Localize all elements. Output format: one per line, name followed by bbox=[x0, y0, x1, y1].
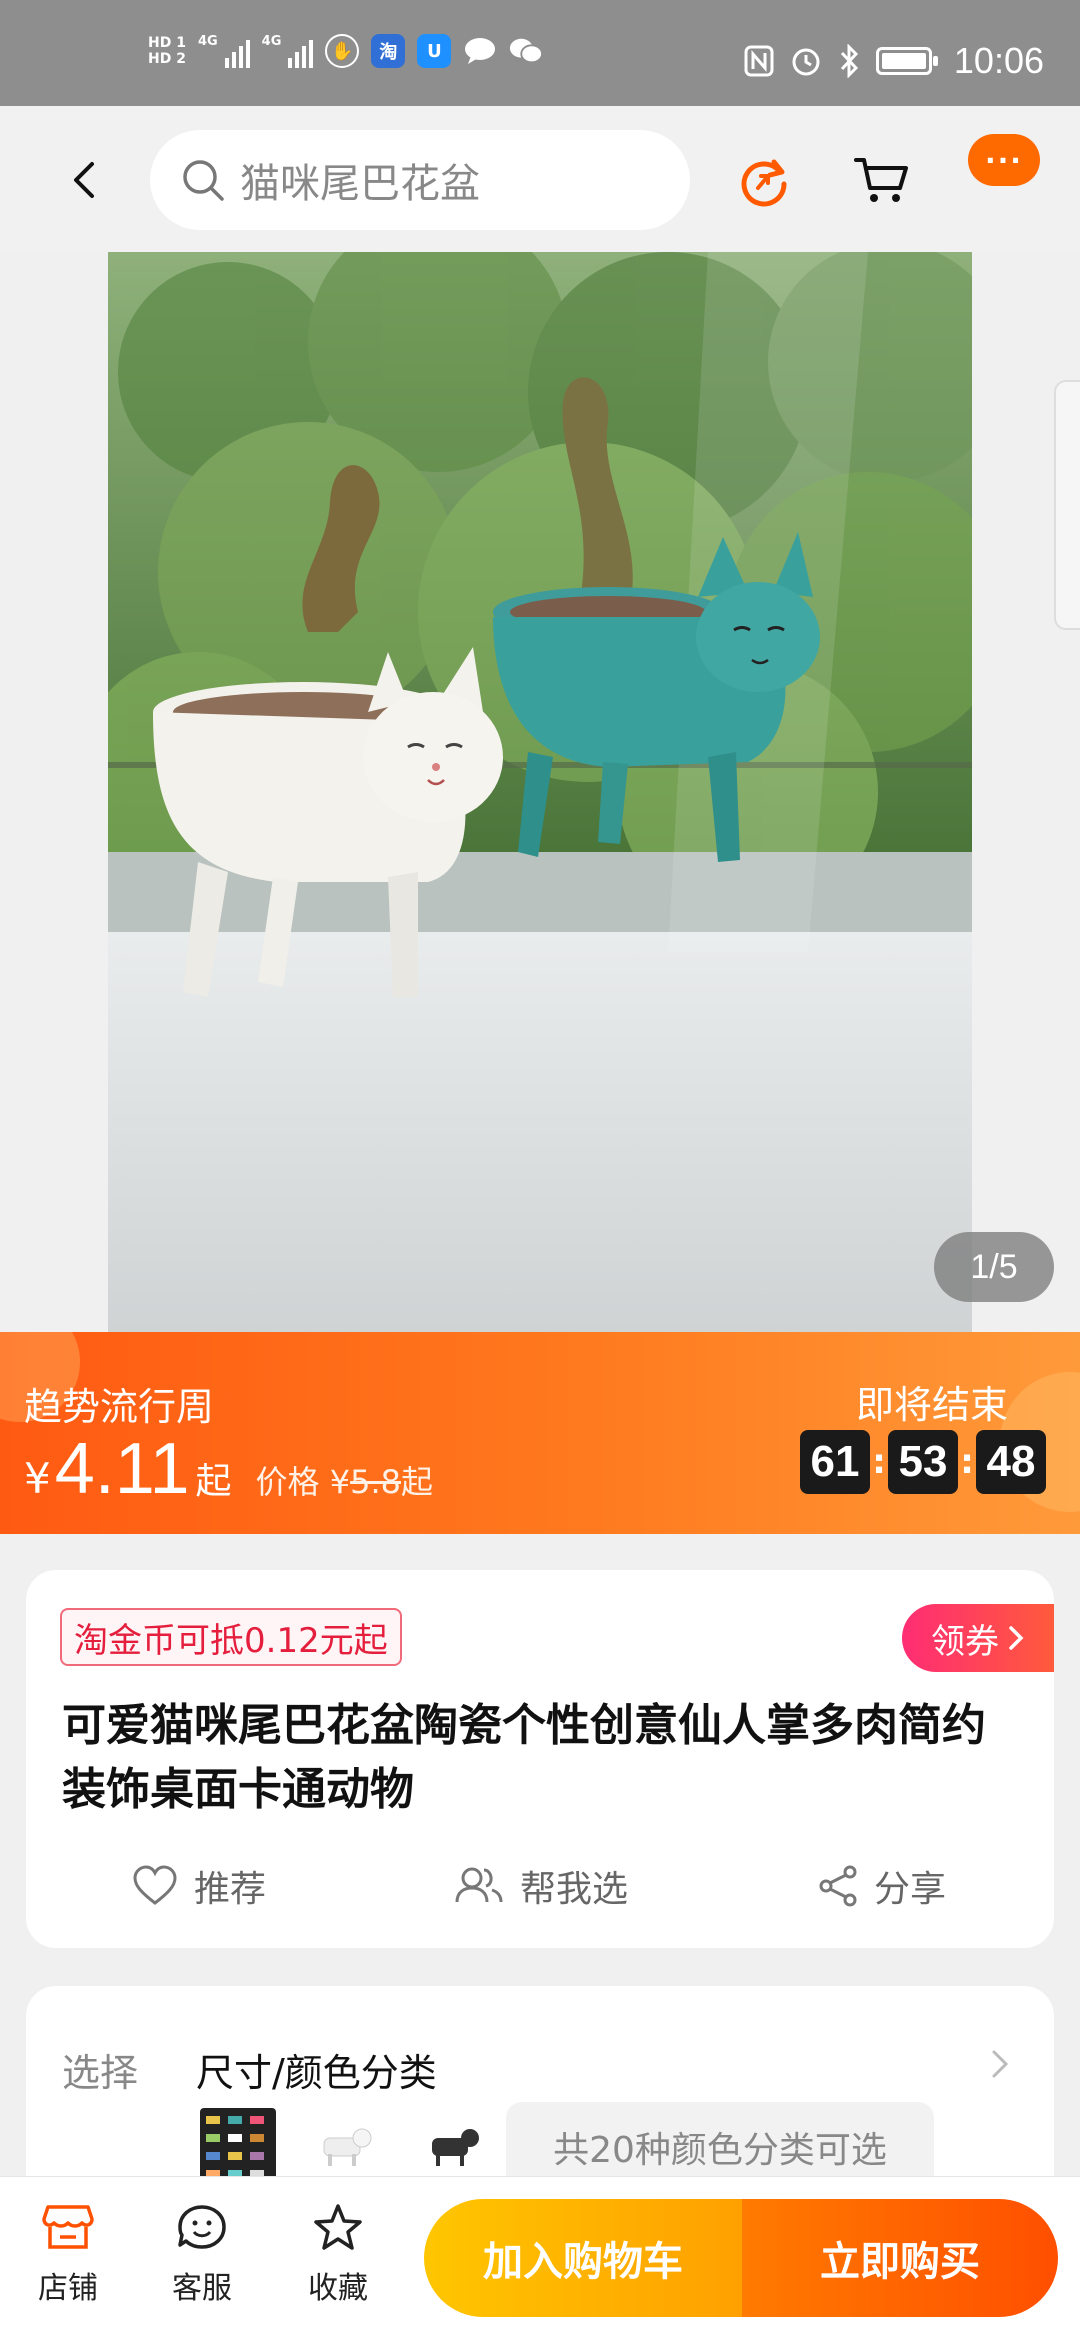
share-icon bbox=[819, 1865, 857, 1907]
favorite-tab[interactable]: 收藏 bbox=[288, 2203, 388, 2307]
signal-1-icon: 4G bbox=[198, 34, 250, 68]
hd1-label: HD 1 bbox=[148, 35, 186, 51]
add-to-cart-button[interactable]: 加入购物车 bbox=[424, 2199, 742, 2317]
chevron-right-icon bbox=[992, 2050, 1009, 2078]
product-photo bbox=[108, 252, 972, 1332]
timer-minutes: 53 bbox=[888, 1430, 958, 1494]
clock: 10:06 bbox=[953, 40, 1044, 81]
price-currency: ¥ bbox=[24, 1454, 51, 1503]
coin-discount-badge: 淘金币可抵0.12元起 bbox=[60, 1608, 402, 1666]
timer-seconds: 48 bbox=[976, 1430, 1046, 1494]
timer-separator: : bbox=[872, 1442, 886, 1482]
promo-price: ¥ 4.11 起 价格 ¥5.8起 bbox=[24, 1428, 433, 1510]
favorite-label: 收藏 bbox=[308, 2271, 368, 2306]
timer-separator: : bbox=[960, 1442, 974, 1482]
recommend-label: 推荐 bbox=[194, 1869, 267, 1910]
promo-banner: 趋势流行周 ¥ 4.11 起 价格 ¥5.8起 即将结束 61 : 53 : 4… bbox=[0, 1332, 1080, 1534]
alarm-app-icon: U bbox=[417, 34, 452, 68]
product-title: 可爱猫咪尾巴花盆陶瓷个性创意仙人掌多肉简约装饰桌面卡通动物 bbox=[62, 1700, 986, 1815]
message-icon bbox=[463, 34, 497, 68]
countdown-timer: 61 : 53 : 48 bbox=[800, 1430, 1046, 1494]
service-label: 客服 bbox=[172, 2271, 232, 2306]
promo-event-name: 趋势流行周 bbox=[24, 1385, 215, 1429]
search-icon bbox=[183, 160, 224, 201]
original-price-suffix: 起 bbox=[400, 1463, 433, 1501]
chevron-right-icon bbox=[1009, 1626, 1024, 1650]
help-choose-label: 帮我选 bbox=[520, 1869, 629, 1910]
status-bar: HD 1 HD 2 4G 4G ✋ 淘 U 10:06 bbox=[0, 0, 1080, 106]
get-coupon-button[interactable]: 领券 bbox=[902, 1604, 1054, 1672]
product-image[interactable] bbox=[108, 252, 972, 1332]
taobao-app-icon: 淘 bbox=[371, 34, 406, 68]
bottom-action-bar: 店铺 客服 收藏 加入购物车 立即购买 bbox=[0, 2176, 1080, 2340]
more-menu-button[interactable]: ··· bbox=[968, 134, 1040, 186]
people-icon bbox=[455, 1867, 503, 1903]
cart-icon[interactable] bbox=[852, 150, 912, 210]
select-label: 选择 bbox=[62, 2051, 139, 2095]
heart-icon bbox=[133, 1865, 177, 1905]
shop-icon bbox=[42, 2205, 94, 2249]
share-label: 分享 bbox=[874, 1869, 947, 1910]
top-nav: 猫咪尾巴花盆 ··· bbox=[0, 106, 1080, 252]
select-value: 尺寸/颜色分类 bbox=[196, 2051, 437, 2095]
price-suffix: 起 bbox=[195, 1461, 232, 1502]
ending-soon-label: 即将结束 bbox=[855, 1383, 1008, 1427]
price-amount: 4.11 bbox=[54, 1429, 190, 1509]
buy-now-button[interactable]: 立即购买 bbox=[742, 2199, 1058, 2317]
status-left: HD 1 HD 2 4G 4G ✋ 淘 U bbox=[148, 34, 544, 68]
alarm-icon bbox=[792, 48, 820, 76]
original-price-value: 5.8 bbox=[350, 1463, 401, 1501]
sku-thumbnail[interactable] bbox=[308, 2108, 384, 2184]
star-icon bbox=[314, 2204, 362, 2250]
coupon-label: 领券 bbox=[931, 1621, 999, 1662]
nfc-icon bbox=[744, 45, 774, 77]
wechat-icon bbox=[509, 34, 544, 68]
hd2-label: HD 2 bbox=[148, 51, 186, 67]
product-actions: 推荐 帮我选 分享 bbox=[26, 1860, 1054, 1920]
recommend-button[interactable]: 推荐 bbox=[132, 1860, 266, 1912]
net1-label: 4G bbox=[197, 34, 218, 49]
bluetooth-icon bbox=[840, 44, 858, 78]
search-box[interactable]: 猫咪尾巴花盆 bbox=[150, 130, 690, 230]
share-refresh-icon[interactable] bbox=[734, 150, 794, 210]
side-panel-handle[interactable] bbox=[1054, 380, 1080, 630]
share-button[interactable]: 分享 bbox=[818, 1860, 946, 1912]
status-right: 10:06 bbox=[744, 40, 1044, 82]
sku-thumbnail[interactable] bbox=[200, 2108, 276, 2184]
net2-label: 4G bbox=[261, 34, 282, 49]
signal-2-icon: 4G bbox=[262, 34, 314, 68]
customer-service-tab[interactable]: 客服 bbox=[152, 2203, 252, 2307]
chat-face-icon bbox=[178, 2205, 226, 2249]
sku-thumbnail[interactable] bbox=[416, 2108, 492, 2184]
hd-indicators: HD 1 HD 2 bbox=[148, 35, 186, 67]
timer-hours: 61 bbox=[800, 1430, 870, 1494]
shield-app-icon: ✋ bbox=[325, 34, 360, 68]
back-arrow-icon[interactable] bbox=[56, 150, 116, 210]
original-price: 价格 ¥5.8起 bbox=[256, 1457, 433, 1503]
shop-tab[interactable]: 店铺 bbox=[18, 2203, 118, 2307]
product-info-card: 淘金币可抵0.12元起 领券 可爱猫咪尾巴花盆陶瓷个性创意仙人掌多肉简约装饰桌面… bbox=[26, 1570, 1054, 1948]
help-choose-button[interactable]: 帮我选 bbox=[454, 1860, 628, 1912]
battery-icon bbox=[875, 47, 938, 75]
search-text: 猫咪尾巴花盆 bbox=[240, 161, 480, 207]
sku-thumbnails bbox=[200, 2108, 492, 2184]
original-price-currency: ¥ bbox=[329, 1463, 351, 1501]
shop-label: 店铺 bbox=[38, 2271, 98, 2306]
original-price-label: 价格 bbox=[255, 1463, 320, 1501]
gallery-counter: 1/5 bbox=[934, 1232, 1054, 1302]
